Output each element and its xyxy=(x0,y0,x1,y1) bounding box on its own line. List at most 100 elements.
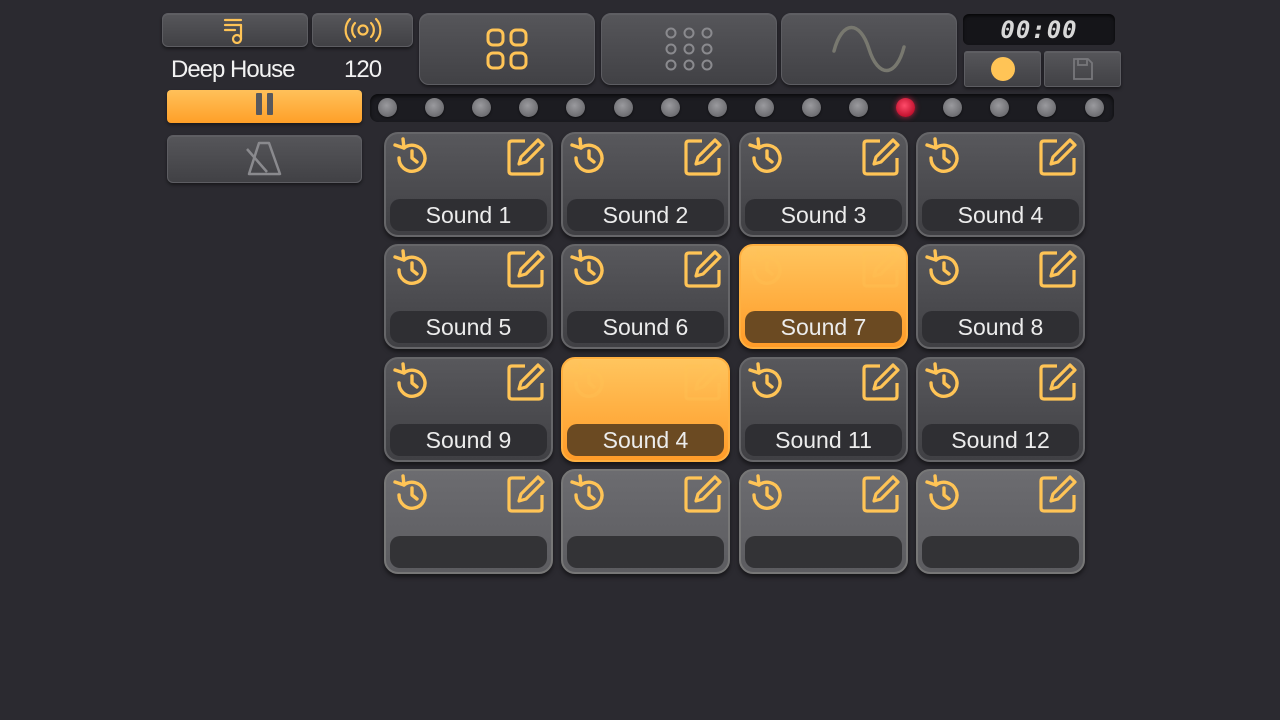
record-dot-icon xyxy=(990,56,1016,82)
step-indicator[interactable] xyxy=(754,98,774,117)
step-indicator[interactable] xyxy=(990,98,1010,117)
pad-grid-icon xyxy=(484,26,530,72)
pad-label: Sound 5 xyxy=(390,311,547,343)
loop-icon[interactable] xyxy=(745,361,789,410)
loop-icon[interactable] xyxy=(922,361,966,410)
step-indicator[interactable] xyxy=(519,98,539,117)
sound-pad[interactable]: Sound 1 xyxy=(384,132,553,237)
pad-label: Sound 1 xyxy=(390,199,547,231)
edit-icon[interactable] xyxy=(682,136,724,183)
pad-label: Sound 12 xyxy=(922,424,1079,456)
step-indicator[interactable] xyxy=(943,98,963,117)
playlist-music-icon xyxy=(222,16,248,44)
save-disk-icon xyxy=(1072,57,1094,81)
sound-pad[interactable]: Sound 4 xyxy=(916,132,1085,237)
loop-icon[interactable] xyxy=(745,136,789,185)
sound-pad[interactable]: Sound 11 xyxy=(739,357,908,462)
pad-label xyxy=(745,536,902,568)
sound-pad[interactable] xyxy=(561,469,730,574)
step-indicator[interactable] xyxy=(660,98,680,117)
metronome-button[interactable] xyxy=(167,135,362,183)
edit-icon[interactable] xyxy=(505,248,547,295)
sound-pad[interactable]: Sound 9 xyxy=(384,357,553,462)
loop-icon[interactable] xyxy=(922,248,966,297)
edit-icon[interactable] xyxy=(682,248,724,295)
sequencer-mode-button[interactable] xyxy=(601,13,777,85)
edit-icon[interactable] xyxy=(860,361,902,408)
edit-icon[interactable] xyxy=(505,473,547,520)
loop-icon[interactable] xyxy=(390,248,434,297)
timer-display: 00:00 xyxy=(963,14,1115,45)
step-indicator[interactable] xyxy=(472,98,492,117)
broadcast-button[interactable] xyxy=(312,13,413,47)
sound-pad[interactable] xyxy=(916,469,1085,574)
loop-icon[interactable] xyxy=(745,473,789,522)
sound-pad[interactable]: Sound 4 xyxy=(561,357,730,462)
edit-icon[interactable] xyxy=(860,473,902,520)
loop-icon[interactable] xyxy=(922,473,966,522)
pad-label: Sound 8 xyxy=(922,311,1079,343)
edit-icon[interactable] xyxy=(1037,248,1079,295)
sine-wave-icon xyxy=(830,24,908,74)
step-indicator[interactable] xyxy=(801,98,821,117)
loop-icon[interactable] xyxy=(567,248,611,297)
sound-pad[interactable]: Sound 6 xyxy=(561,244,730,349)
pad-label xyxy=(567,536,724,568)
edit-icon[interactable] xyxy=(682,361,724,408)
loop-icon[interactable] xyxy=(922,136,966,185)
pause-icon xyxy=(255,92,275,121)
dot-grid-icon xyxy=(664,27,714,71)
pad-label xyxy=(922,536,1079,568)
edit-icon[interactable] xyxy=(860,136,902,183)
save-button[interactable] xyxy=(1044,51,1121,87)
step-sequencer-track xyxy=(370,94,1114,122)
edit-icon[interactable] xyxy=(1037,136,1079,183)
sound-pad[interactable]: Sound 12 xyxy=(916,357,1085,462)
loop-icon[interactable] xyxy=(390,361,434,410)
loop-icon[interactable] xyxy=(567,473,611,522)
pad-label: Sound 4 xyxy=(567,424,724,456)
edit-icon[interactable] xyxy=(860,248,902,295)
sound-pad[interactable]: Sound 7 xyxy=(739,244,908,349)
loop-icon[interactable] xyxy=(745,248,789,297)
step-indicator[interactable] xyxy=(1084,98,1104,117)
step-indicator-active[interactable] xyxy=(896,98,916,117)
step-indicator[interactable] xyxy=(613,98,633,117)
play-pause-button[interactable] xyxy=(167,90,362,123)
edit-icon[interactable] xyxy=(682,473,724,520)
fx-mode-button[interactable] xyxy=(781,13,957,85)
pad-label: Sound 9 xyxy=(390,424,547,456)
loop-icon[interactable] xyxy=(567,361,611,410)
step-indicator[interactable] xyxy=(1037,98,1057,117)
sound-pad[interactable]: Sound 3 xyxy=(739,132,908,237)
step-indicator[interactable] xyxy=(707,98,727,117)
pad-label: Sound 7 xyxy=(745,311,902,343)
sound-pad[interactable]: Sound 5 xyxy=(384,244,553,349)
edit-icon[interactable] xyxy=(505,136,547,183)
sound-pad[interactable] xyxy=(384,469,553,574)
sound-pad[interactable]: Sound 2 xyxy=(561,132,730,237)
loop-icon[interactable] xyxy=(390,136,434,185)
step-indicator[interactable] xyxy=(566,98,586,117)
broadcast-icon xyxy=(342,15,384,45)
edit-icon[interactable] xyxy=(1037,361,1079,408)
pad-label xyxy=(390,536,547,568)
edit-icon[interactable] xyxy=(505,361,547,408)
style-name-label: Deep House xyxy=(171,56,295,83)
pad-label: Sound 2 xyxy=(567,199,724,231)
edit-icon[interactable] xyxy=(1037,473,1079,520)
record-button[interactable] xyxy=(964,51,1041,87)
step-indicator[interactable] xyxy=(378,98,397,117)
step-indicator[interactable] xyxy=(425,98,445,117)
pad-mode-button[interactable] xyxy=(419,13,595,85)
pad-label: Sound 4 xyxy=(922,199,1079,231)
pad-label: Sound 3 xyxy=(745,199,902,231)
playlist-button[interactable] xyxy=(162,13,308,47)
loop-icon[interactable] xyxy=(567,136,611,185)
sound-pad[interactable] xyxy=(739,469,908,574)
sound-pad[interactable]: Sound 8 xyxy=(916,244,1085,349)
pad-label: Sound 6 xyxy=(567,311,724,343)
tempo-label: 120 xyxy=(344,56,382,83)
loop-icon[interactable] xyxy=(390,473,434,522)
step-indicator[interactable] xyxy=(849,98,868,117)
